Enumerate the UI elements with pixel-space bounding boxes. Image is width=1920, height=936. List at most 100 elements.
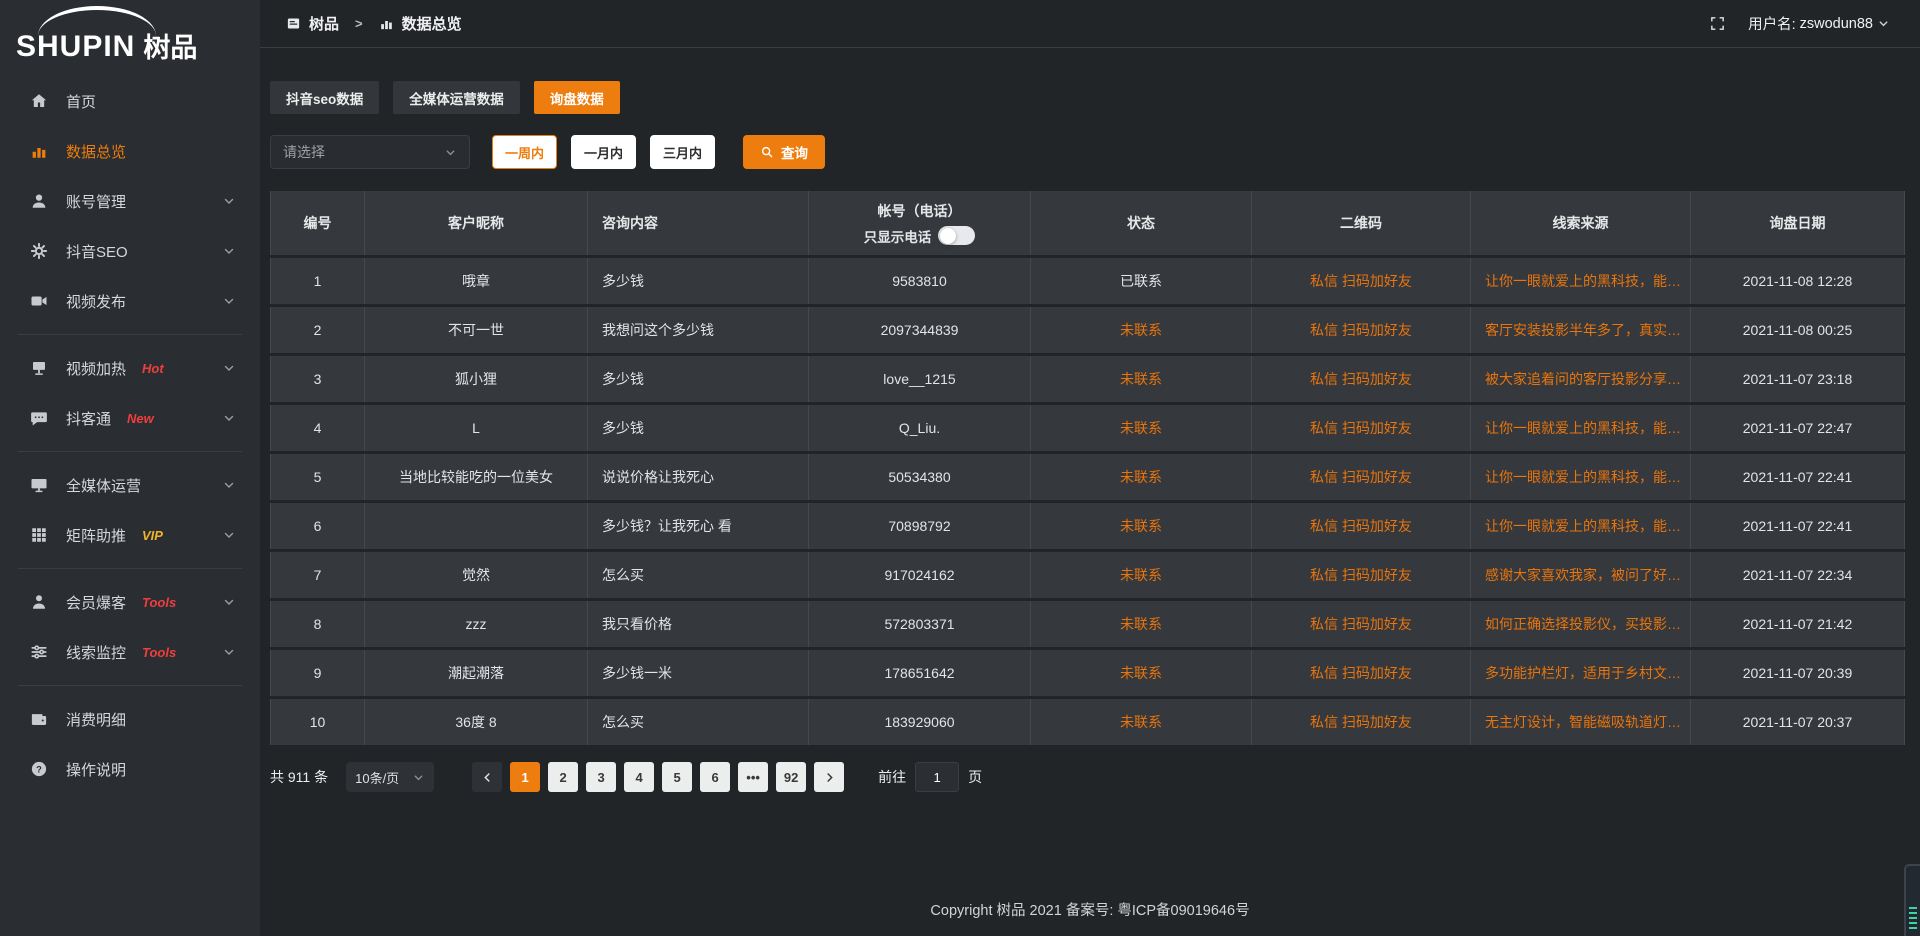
sidebar-item-matrix-boost[interactable]: 矩阵助推 VIP	[0, 510, 260, 560]
cell-status: 未联系	[1031, 307, 1252, 353]
filter-select-placeholder: 请选择	[283, 142, 325, 162]
fullscreen-icon[interactable]	[1709, 15, 1726, 32]
bar-chart-icon	[30, 142, 48, 160]
breadcrumb: 树品 > 数据总览	[286, 13, 462, 34]
source-link[interactable]: 让你一眼就爱上的黑科技，能…	[1471, 405, 1691, 451]
page-size-select[interactable]: 10条/页	[346, 762, 434, 792]
qr-link[interactable]: 私信 扫码加好友	[1252, 699, 1471, 745]
username: zswodun88	[1800, 16, 1873, 32]
header-content: 咨询内容	[588, 191, 809, 255]
filter-select[interactable]: 请选择	[270, 135, 470, 169]
gear-icon	[30, 242, 48, 260]
sidebar-item-member-burst[interactable]: 会员爆客 Tools	[0, 577, 260, 627]
phone-only-toggle[interactable]	[938, 226, 975, 245]
phone-only-label: 只显示电话	[864, 226, 932, 246]
header-date: 询盘日期	[1691, 191, 1905, 255]
range-button-week[interactable]: 一周内	[492, 135, 557, 169]
range-button-month[interactable]: 一月内	[571, 135, 636, 169]
breadcrumb-current[interactable]: 数据总览	[402, 13, 462, 34]
sidebar-item-omni-media[interactable]: 全媒体运营	[0, 460, 260, 510]
cell-content: 多少钱	[588, 258, 809, 304]
header-status: 状态	[1031, 191, 1252, 255]
tab-inquiry-data[interactable]: 询盘数据	[534, 81, 620, 114]
header-account-title: 帐号（电话）	[878, 201, 962, 221]
cell-status: 未联系	[1031, 699, 1252, 745]
sidebar-item-douketong[interactable]: 抖客通 New	[0, 393, 260, 443]
chevron-down-icon	[1877, 17, 1890, 30]
source-link[interactable]: 让你一眼就爱上的黑科技，能…	[1471, 258, 1691, 304]
corner-widget[interactable]	[1904, 864, 1920, 936]
table-row: 9 潮起潮落 多少钱一米 178651642 未联系 私信 扫码加好友 多功能护…	[270, 650, 1905, 696]
cell-account: love__1215	[809, 356, 1031, 402]
sidebar-item-spend-detail[interactable]: 消费明细	[0, 694, 260, 744]
cell-id: 2	[270, 307, 365, 353]
page-button-4[interactable]: 4	[624, 762, 654, 792]
cell-status: 未联系	[1031, 405, 1252, 451]
cell-content: 怎么买	[588, 699, 809, 745]
qr-link[interactable]: 私信 扫码加好友	[1252, 405, 1471, 451]
sidebar-item-home[interactable]: 首页	[0, 76, 260, 126]
page-button-2[interactable]: 2	[548, 762, 578, 792]
page-button-92[interactable]: 92	[776, 762, 806, 792]
cell-status: 未联系	[1031, 552, 1252, 598]
hot-badge: Hot	[142, 361, 164, 376]
sidebar-item-video-publish[interactable]: 视频发布	[0, 276, 260, 326]
source-link[interactable]: 无主灯设计，智能磁吸轨道灯…	[1471, 699, 1691, 745]
page-button-5[interactable]: 5	[662, 762, 692, 792]
chat-bubble-icon	[30, 409, 48, 427]
sidebar-item-douyin-seo[interactable]: 抖音SEO	[0, 226, 260, 276]
cell-id: 9	[270, 650, 365, 696]
chevron-down-icon	[222, 244, 236, 258]
sidebar-item-help[interactable]: ? 操作说明	[0, 744, 260, 794]
source-link[interactable]: 多功能护栏灯，适用于乡村文…	[1471, 650, 1691, 696]
cell-date: 2021-11-08 12:28	[1691, 258, 1905, 304]
sidebar-item-video-heat[interactable]: 视频加热 Hot	[0, 343, 260, 393]
page-button-6[interactable]: 6	[700, 762, 730, 792]
grid-icon	[30, 526, 48, 544]
page-button-1[interactable]: 1	[510, 762, 540, 792]
prev-page-button[interactable]	[472, 762, 502, 792]
pagination: 共 911 条 10条/页 1 2 3 4 5 6 ••• 92 前往 页	[270, 762, 1905, 792]
brand-logo[interactable]: SHUPIN 树品	[0, 0, 260, 62]
sidebar-item-account-mgmt[interactable]: 账号管理	[0, 176, 260, 226]
sidebar-item-data-overview[interactable]: 数据总览	[0, 126, 260, 176]
source-link[interactable]: 让你一眼就爱上的黑科技，能…	[1471, 454, 1691, 500]
cell-content: 多少钱？让我死心 看	[588, 503, 809, 549]
source-link[interactable]: 被大家追着问的客厅投影分享…	[1471, 356, 1691, 402]
cell-date: 2021-11-07 22:41	[1691, 503, 1905, 549]
page-ellipsis-button[interactable]: •••	[738, 762, 768, 792]
query-button[interactable]: 查询	[743, 135, 825, 169]
qr-link[interactable]: 私信 扫码加好友	[1252, 356, 1471, 402]
next-page-button[interactable]	[814, 762, 844, 792]
source-link[interactable]: 如何正确选择投影仪，买投影…	[1471, 601, 1691, 647]
source-link[interactable]: 感谢大家喜欢我家，被问了好…	[1471, 552, 1691, 598]
sidebar-item-lead-monitor[interactable]: 线索监控 Tools	[0, 627, 260, 677]
cell-id: 4	[270, 405, 365, 451]
table-row: 4 L 多少钱 Q_Liu. 未联系 私信 扫码加好友 让你一眼就爱上的黑科技，…	[270, 405, 1905, 451]
tab-douyin-seo-data[interactable]: 抖音seo数据	[270, 81, 379, 114]
cell-nickname: 36度 8	[365, 699, 588, 745]
qr-link[interactable]: 私信 扫码加好友	[1252, 650, 1471, 696]
range-button-quarter[interactable]: 三月内	[650, 135, 715, 169]
cell-date: 2021-11-07 22:34	[1691, 552, 1905, 598]
qr-link[interactable]: 私信 扫码加好友	[1252, 307, 1471, 353]
bar-chart-icon	[379, 16, 394, 31]
tab-omni-media-data[interactable]: 全媒体运营数据	[393, 81, 520, 114]
breadcrumb-root[interactable]: 树品	[309, 13, 339, 34]
source-link[interactable]: 让你一眼就爱上的黑科技，能…	[1471, 503, 1691, 549]
vip-badge: VIP	[142, 528, 163, 543]
qr-link[interactable]: 私信 扫码加好友	[1252, 503, 1471, 549]
qr-link[interactable]: 私信 扫码加好友	[1252, 601, 1471, 647]
cell-account: 183929060	[809, 699, 1031, 745]
chevron-down-icon	[222, 361, 236, 375]
source-link[interactable]: 客厅安装投影半年多了，真实…	[1471, 307, 1691, 353]
cell-id: 10	[270, 699, 365, 745]
cell-status: 未联系	[1031, 356, 1252, 402]
goto-page-input[interactable]	[915, 762, 959, 792]
cell-id: 1	[270, 258, 365, 304]
page-button-3[interactable]: 3	[586, 762, 616, 792]
qr-link[interactable]: 私信 扫码加好友	[1252, 552, 1471, 598]
user-menu[interactable]: 用户名: zswodun88	[1748, 13, 1890, 34]
qr-link[interactable]: 私信 扫码加好友	[1252, 454, 1471, 500]
qr-link[interactable]: 私信 扫码加好友	[1252, 258, 1471, 304]
